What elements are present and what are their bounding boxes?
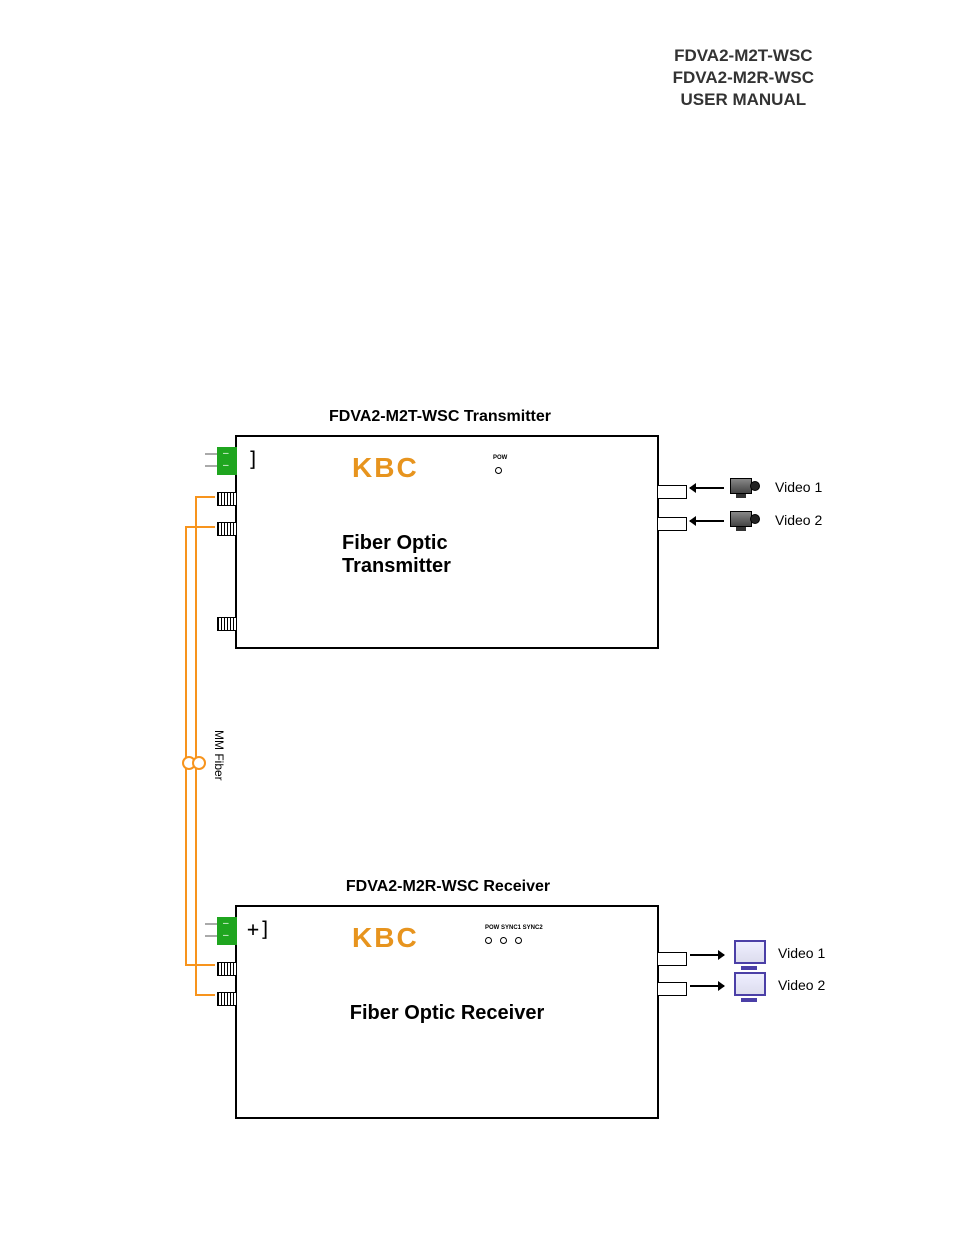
- header-line-3: USER MANUAL: [673, 89, 814, 111]
- fiber-line: [185, 526, 187, 966]
- fiber-line: [195, 496, 215, 498]
- system-diagram: FDVA2-M2T-WSC Transmitter KBC Fiber Opti…: [0, 400, 954, 1200]
- arrow-right-icon: [690, 954, 724, 956]
- video-port-icon: [657, 982, 687, 996]
- kbc-logo: KBC: [352, 452, 419, 484]
- mm-fiber-label: MM Fiber: [212, 730, 226, 781]
- tx-video1-label: Video 1: [775, 479, 822, 495]
- rx-video2-label: Video 2: [778, 977, 825, 993]
- power-terminal-icon: – –: [217, 917, 237, 945]
- fiber-connector-icon: [217, 617, 237, 631]
- video-port-icon: [657, 952, 687, 966]
- tx-pow-label: POW: [493, 455, 507, 461]
- receiver-label: Fiber Optic Receiver: [350, 1002, 545, 1025]
- camera-icon: [730, 509, 762, 531]
- tx-pow-led: [495, 467, 502, 474]
- led-icon: [500, 937, 507, 944]
- document-header: FDVA2-M2T-WSC FDVA2-M2R-WSC USER MANUAL: [673, 45, 814, 111]
- video-port-icon: [657, 517, 687, 531]
- bracket-icon: +]: [247, 917, 271, 941]
- header-line-2: FDVA2-M2R-WSC: [673, 67, 814, 89]
- fiber-line: [195, 994, 215, 996]
- arrow-left-icon: [690, 520, 724, 522]
- fiber-line: [185, 964, 215, 966]
- receiver-title: FDVA2-M2R-WSC Receiver: [318, 878, 578, 896]
- kbc-logo: KBC: [352, 922, 419, 954]
- rx-led-row: [485, 937, 522, 944]
- arrow-left-icon: [690, 487, 724, 489]
- header-line-1: FDVA2-M2T-WSC: [673, 45, 814, 67]
- led-icon: [515, 937, 522, 944]
- fiber-line: [195, 496, 197, 996]
- bnc-connector-icon: [217, 492, 237, 506]
- transmitter-label: Fiber Optic Transmitter: [342, 532, 552, 578]
- bnc-connector-icon: [217, 962, 237, 976]
- monitor-icon: [732, 972, 766, 1002]
- rx-leds-label: POW SYNC1 SYNC2: [485, 925, 543, 931]
- arrow-right-icon: [690, 985, 724, 987]
- power-terminal-icon: – –: [217, 447, 237, 475]
- monitor-icon: [732, 940, 766, 970]
- led-icon: [485, 937, 492, 944]
- bnc-connector-icon: [217, 992, 237, 1006]
- bnc-connector-icon: [217, 522, 237, 536]
- transmitter-box: KBC Fiber Optic Transmitter POW – – ]: [235, 435, 659, 649]
- tx-video2-label: Video 2: [775, 512, 822, 528]
- video-port-icon: [657, 485, 687, 499]
- fiber-line: [185, 526, 215, 528]
- receiver-box: KBC Fiber Optic Receiver POW SYNC1 SYNC2…: [235, 905, 659, 1119]
- bracket-icon: ]: [247, 447, 259, 471]
- fiber-node-icon: [192, 756, 206, 770]
- rx-video1-label: Video 1: [778, 945, 825, 961]
- camera-icon: [730, 476, 762, 498]
- transmitter-title: FDVA2-M2T-WSC Transmitter: [310, 408, 570, 426]
